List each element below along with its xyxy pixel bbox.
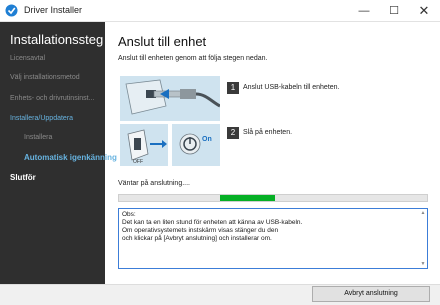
page-title: Anslut till enhet (118, 34, 207, 49)
step-finish: Slutför (10, 173, 36, 182)
sidebar-title: Installationssteg (10, 32, 104, 47)
note-line: Om operativsystemets instskärm visas stä… (122, 227, 279, 234)
minimize-button[interactable]: — (349, 0, 379, 22)
step-device-driver: Enhets- och drivrutinsinst... (10, 95, 95, 102)
instruction-text: Anslut till enheten genom att följa steg… (118, 55, 268, 62)
driver-installer-icon (5, 4, 18, 17)
window-title: Driver Installer (24, 5, 83, 15)
on-label: On (202, 136, 212, 143)
progress-fill (220, 195, 275, 201)
note-line: Det kan ta en liten stund för enheten at… (122, 219, 303, 226)
usb-cable-illustration (120, 76, 220, 121)
note-scrollbar[interactable]: ▲ ▼ (420, 210, 426, 267)
steps-sidebar: Installationssteg Licensavtal Välj insta… (0, 22, 117, 284)
note-textbox[interactable]: Obs: Det kan ta en liten stund för enhet… (118, 208, 428, 269)
note-line: Obs: (122, 211, 136, 218)
step-install-update: Installera/Uppdatera (10, 115, 74, 122)
step-install-method: Välj installationsmetod (10, 74, 80, 81)
waiting-status: Väntar på anslutning.... (118, 180, 190, 187)
note-line: och klickar på [Avbryt anslutning] och i… (122, 235, 272, 242)
step-1-badge: 1 (227, 82, 239, 94)
maximize-button[interactable]: ☐ (379, 0, 409, 22)
step-auto-detect: Automatisk igenkänning (24, 153, 117, 162)
close-button[interactable]: ✕ (409, 0, 439, 22)
cancel-connection-button[interactable]: Avbryt anslutning (312, 286, 430, 302)
scroll-down-icon[interactable]: ▼ (420, 261, 426, 267)
title-bar: Driver Installer — ☐ ✕ (0, 0, 440, 22)
step-2-label: Slå på enheten. (243, 129, 293, 136)
off-label: OFF (133, 159, 143, 165)
step-2-badge: 2 (227, 127, 239, 139)
step-install: Installera (24, 134, 53, 141)
step-1-label: Anslut USB-kabeln till enheten. (243, 84, 340, 91)
connection-progress-bar (118, 194, 428, 202)
scroll-up-icon[interactable]: ▲ (420, 210, 426, 216)
step-license: Licensavtal (10, 55, 46, 62)
